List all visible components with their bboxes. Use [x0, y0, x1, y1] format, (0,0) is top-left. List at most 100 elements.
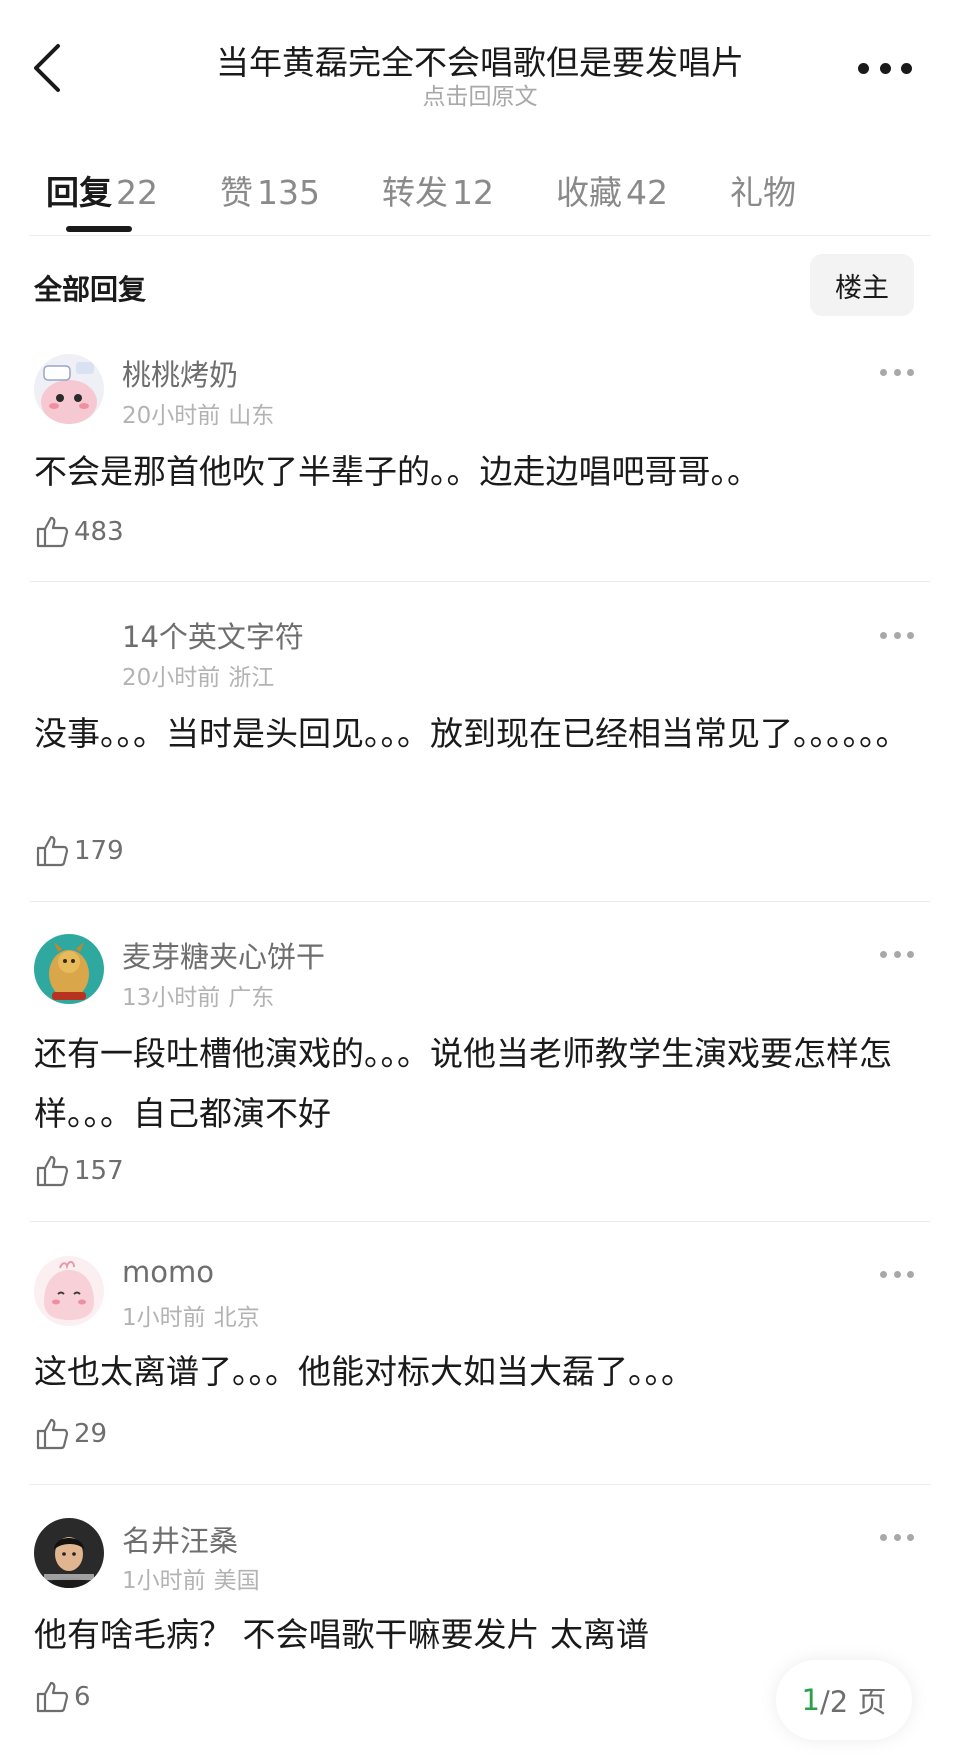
tab-label: 回复	[46, 173, 112, 212]
comment-location: 浙江	[228, 665, 275, 691]
tab-bar: 回复 22 赞 135 转发 12 收藏 42 礼物	[46, 166, 858, 236]
comment-more-button[interactable]	[880, 948, 914, 960]
tab-label: 赞	[220, 173, 253, 212]
more-options-button[interactable]	[858, 56, 912, 80]
tab-favorites[interactable]: 收藏 42	[556, 166, 668, 236]
avatar[interactable]	[34, 934, 104, 1004]
comment-text: 这也太离谱了。。。他能对标大如当大磊了。。。	[34, 1352, 694, 1391]
blank-avatar-icon	[34, 616, 104, 686]
dragon-avatar-icon	[34, 934, 104, 1004]
comment-time: 20小时前	[122, 403, 221, 429]
tab-gifts[interactable]: 礼物	[730, 166, 796, 236]
page-indicator-button[interactable]: 1/2 页	[776, 1660, 912, 1740]
thumbs-up-icon	[36, 1155, 69, 1187]
comment-text: 没事。。。当时是头回见。。。放到现在已经相当常见了。。。。。。	[34, 714, 909, 753]
total-pages: /2 页	[820, 1685, 887, 1719]
tab-count: 135	[257, 173, 320, 212]
tab-replies[interactable]: 回复 22	[46, 166, 158, 236]
comment-time: 1小时前	[122, 1568, 206, 1594]
more-dot-icon	[879, 62, 891, 74]
tab-count: 22	[116, 173, 158, 212]
dot-icon	[880, 1270, 887, 1278]
comment-meta: 1小时前 美国	[122, 1561, 260, 1595]
like-button[interactable]: 29	[34, 1416, 107, 1452]
person-photo-avatar-icon	[34, 1518, 104, 1588]
pink-blob-avatar-icon	[34, 1256, 104, 1326]
comment-username[interactable]: 麦芽糖夹心饼干	[122, 934, 325, 976]
dot-icon	[880, 950, 887, 958]
comment-divider	[30, 1221, 930, 1222]
dot-icon	[907, 631, 914, 639]
comment-more-button[interactable]	[880, 366, 914, 378]
comment-time: 13小时前	[122, 985, 221, 1011]
tab-label: 转发	[382, 173, 448, 212]
like-count: 483	[74, 517, 124, 547]
like-button[interactable]: 6	[34, 1679, 91, 1715]
dot-icon	[907, 1533, 914, 1541]
dot-icon	[893, 1533, 901, 1541]
more-dot-icon	[858, 62, 869, 74]
comment-more-button[interactable]	[880, 1268, 914, 1280]
comment-meta: 20小时前 山东	[122, 396, 274, 430]
comment-location: 山东	[228, 403, 275, 429]
comment-text: 不会是那首他吹了半辈子的。。边走边唱吧哥哥。。	[34, 452, 760, 491]
tab-reposts[interactable]: 转发 12	[382, 166, 494, 236]
like-count: 179	[74, 836, 124, 866]
comment-divider	[30, 581, 930, 582]
comment-meta: 20小时前 浙江	[122, 658, 274, 692]
back-to-original-link[interactable]: 点击回原文	[0, 77, 960, 111]
avatar[interactable]	[34, 1518, 104, 1588]
op-only-filter-button[interactable]: 楼主	[810, 254, 914, 316]
comment-divider	[30, 1484, 930, 1485]
comment-more-button[interactable]	[880, 629, 914, 641]
more-dot-icon	[901, 62, 912, 74]
tab-label: 收藏	[556, 173, 622, 212]
comment-time: 20小时前	[122, 665, 221, 691]
tabs-divider	[30, 235, 930, 236]
dot-icon	[880, 631, 887, 639]
comment-time: 1小时前	[122, 1305, 206, 1331]
avatar[interactable]	[34, 354, 104, 424]
comment-username[interactable]: 14个英文字符	[122, 614, 304, 656]
comment-text: 还有一段吐槽他演戏的。。。说他当老师教学生演戏要怎样怎样。。。自己都演不好	[34, 1034, 892, 1133]
comment-username[interactable]: momo	[122, 1255, 214, 1289]
dot-icon	[880, 368, 887, 376]
dot-icon	[907, 1270, 914, 1278]
comment-location: 广东	[228, 985, 275, 1011]
comment-divider	[30, 901, 930, 902]
tab-count: 42	[626, 173, 668, 212]
comment-location: 北京	[213, 1305, 260, 1331]
top-bar: 当年黄磊完全不会唱歌但是要发唱片 点击回原文	[0, 0, 960, 130]
active-tab-indicator	[66, 226, 132, 232]
comment-meta: 1小时前 北京	[122, 1298, 260, 1332]
like-button[interactable]: 483	[34, 514, 124, 550]
all-replies-heading: 全部回复	[34, 273, 147, 306]
like-count: 157	[74, 1156, 124, 1186]
comment-username[interactable]: 名井汪桑	[122, 1518, 238, 1560]
comment-location: 美国	[213, 1568, 260, 1594]
comment-more-button[interactable]	[880, 1531, 914, 1543]
like-count: 6	[74, 1682, 91, 1712]
pink-cartoon-avatar-icon	[34, 354, 104, 424]
dot-icon	[893, 950, 901, 958]
current-page: 1	[801, 1683, 820, 1717]
avatar[interactable]	[34, 616, 104, 686]
thumbs-up-icon	[36, 1681, 69, 1713]
dot-icon	[893, 631, 901, 639]
dot-icon	[907, 368, 914, 376]
comment-meta: 13小时前 广东	[122, 978, 274, 1012]
comment-text: 他有啥毛病？ 不会唱歌干嘛要发片 太离谱	[34, 1615, 649, 1654]
thumbs-up-icon	[36, 516, 69, 548]
thumbs-up-icon	[36, 835, 69, 867]
thumbs-up-icon	[36, 1418, 69, 1450]
tab-likes[interactable]: 赞 135	[220, 166, 320, 236]
like-button[interactable]: 157	[34, 1153, 124, 1189]
tab-label: 礼物	[730, 173, 796, 212]
tab-count: 12	[452, 173, 494, 212]
dot-icon	[893, 368, 901, 376]
like-count: 29	[74, 1419, 108, 1449]
avatar[interactable]	[34, 1256, 104, 1326]
comment-username[interactable]: 桃桃烤奶	[122, 352, 238, 394]
like-button[interactable]: 179	[34, 833, 124, 869]
dot-icon	[893, 1270, 901, 1278]
